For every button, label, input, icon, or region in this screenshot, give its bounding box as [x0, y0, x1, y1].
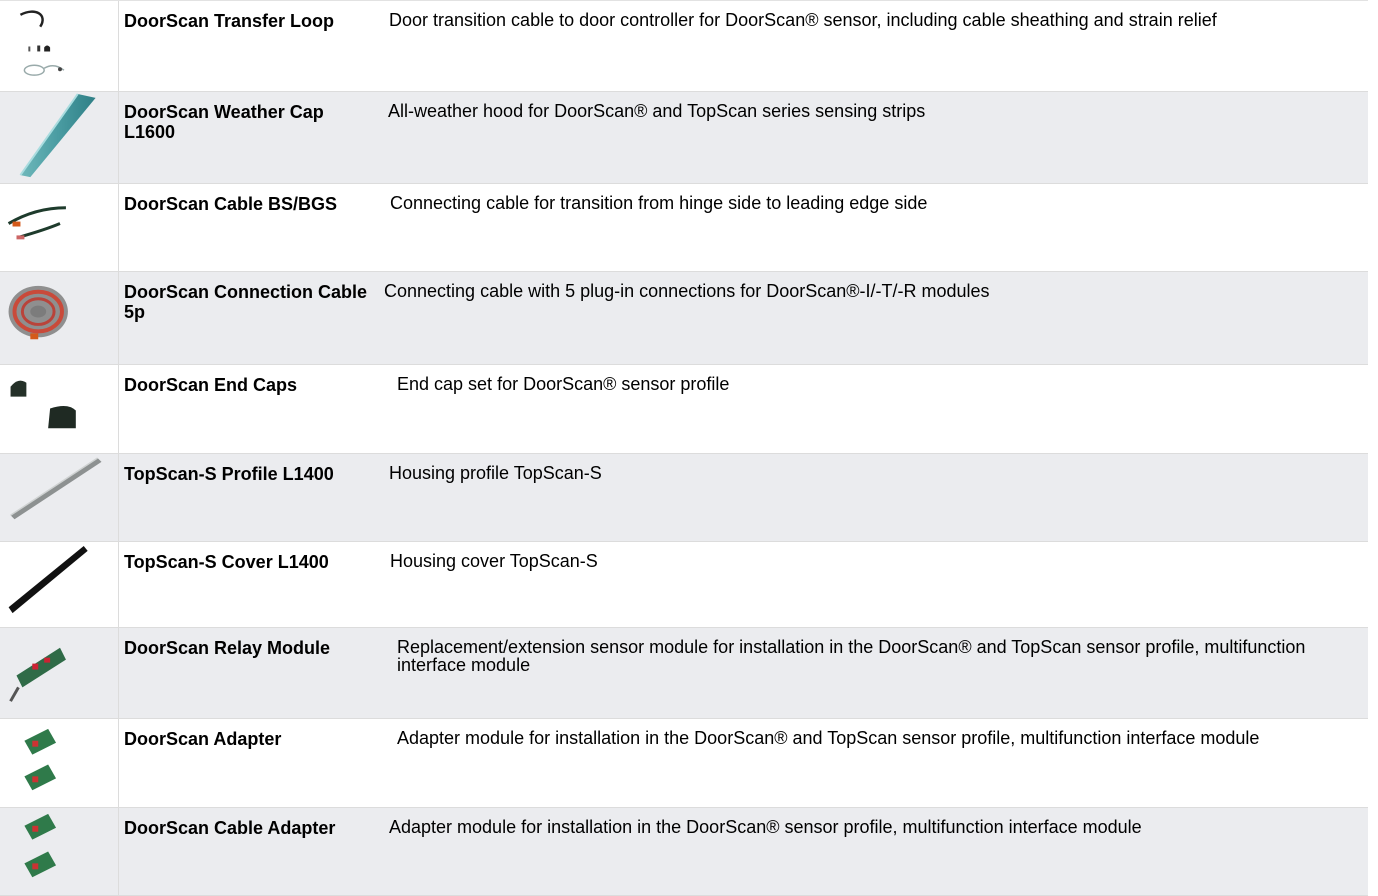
end-caps-photo	[0, 365, 119, 453]
product-description: End cap set for DoorScan® sensor profile	[397, 374, 730, 394]
product-description: Connecting cable for transition from hin…	[390, 193, 928, 213]
product-description: Connecting cable with 5 plug-in connecti…	[384, 281, 990, 301]
product-name: TopScan-S Cover L1400	[124, 552, 329, 572]
table-row: TopScan-S Cover L1400 Housing cover TopS…	[0, 542, 1368, 628]
product-description: Housing profile TopScan-S	[389, 463, 602, 483]
product-accessory-table: DoorScan Transfer Loop Door transition c…	[0, 0, 1368, 896]
table-row: DoorScan Weather Cap L1600 All-weather h…	[0, 92, 1368, 184]
table-row: DoorScan Relay Module Replacement/extens…	[0, 628, 1368, 719]
product-description: Housing cover TopScan-S	[390, 551, 598, 571]
connection-cable-coil-photo	[0, 272, 119, 364]
product-description: Adapter module for installation in the D…	[397, 728, 1260, 748]
product-name: DoorScan Adapter	[124, 729, 282, 749]
product-name: DoorScan End Caps	[124, 375, 298, 395]
product-description: Door transition cable to door controller…	[389, 10, 1217, 30]
product-name: DoorScan Cable Adapter	[124, 818, 336, 838]
product-description: Replacement/extension sensor module for …	[397, 637, 1306, 675]
relay-module-photo	[0, 628, 119, 718]
product-name: DoorScan Connection Cable 5p	[124, 282, 368, 322]
product-description: Adapter module for installation in the D…	[389, 817, 1142, 837]
product-name: DoorScan Cable BS/BGS	[124, 194, 338, 214]
table-row: DoorScan Cable BS/BGS Connecting cable f…	[0, 184, 1368, 272]
table-row: DoorScan Transfer Loop Door transition c…	[0, 1, 1368, 92]
table-row: DoorScan Cable Adapter Adapter module fo…	[0, 808, 1368, 896]
cable-adapter-module-photo	[0, 808, 119, 895]
adapter-module-photo	[0, 719, 119, 807]
profile-rail-photo	[0, 454, 119, 541]
product-name: DoorScan Transfer Loop	[124, 11, 335, 31]
table-row: TopScan-S Profile L1400 Housing profile …	[0, 454, 1368, 542]
table-row: DoorScan Connection Cable 5p Connecting …	[0, 272, 1368, 365]
cover-rail-photo	[0, 542, 119, 627]
product-name: DoorScan Weather Cap L1600	[124, 102, 324, 142]
product-description: All-weather hood for DoorScan® and TopSc…	[388, 101, 926, 121]
table-row: DoorScan Adapter Adapter module for inst…	[0, 719, 1368, 808]
product-name: DoorScan Relay Module	[124, 638, 331, 658]
transfer-loop-cable-photo	[0, 1, 119, 91]
weather-cap-photo	[0, 92, 119, 183]
product-name: TopScan-S Profile L1400	[124, 464, 334, 484]
table-row: DoorScan End Caps End cap set for DoorSc…	[0, 365, 1368, 454]
cable-bs-bgs-photo	[0, 184, 119, 271]
